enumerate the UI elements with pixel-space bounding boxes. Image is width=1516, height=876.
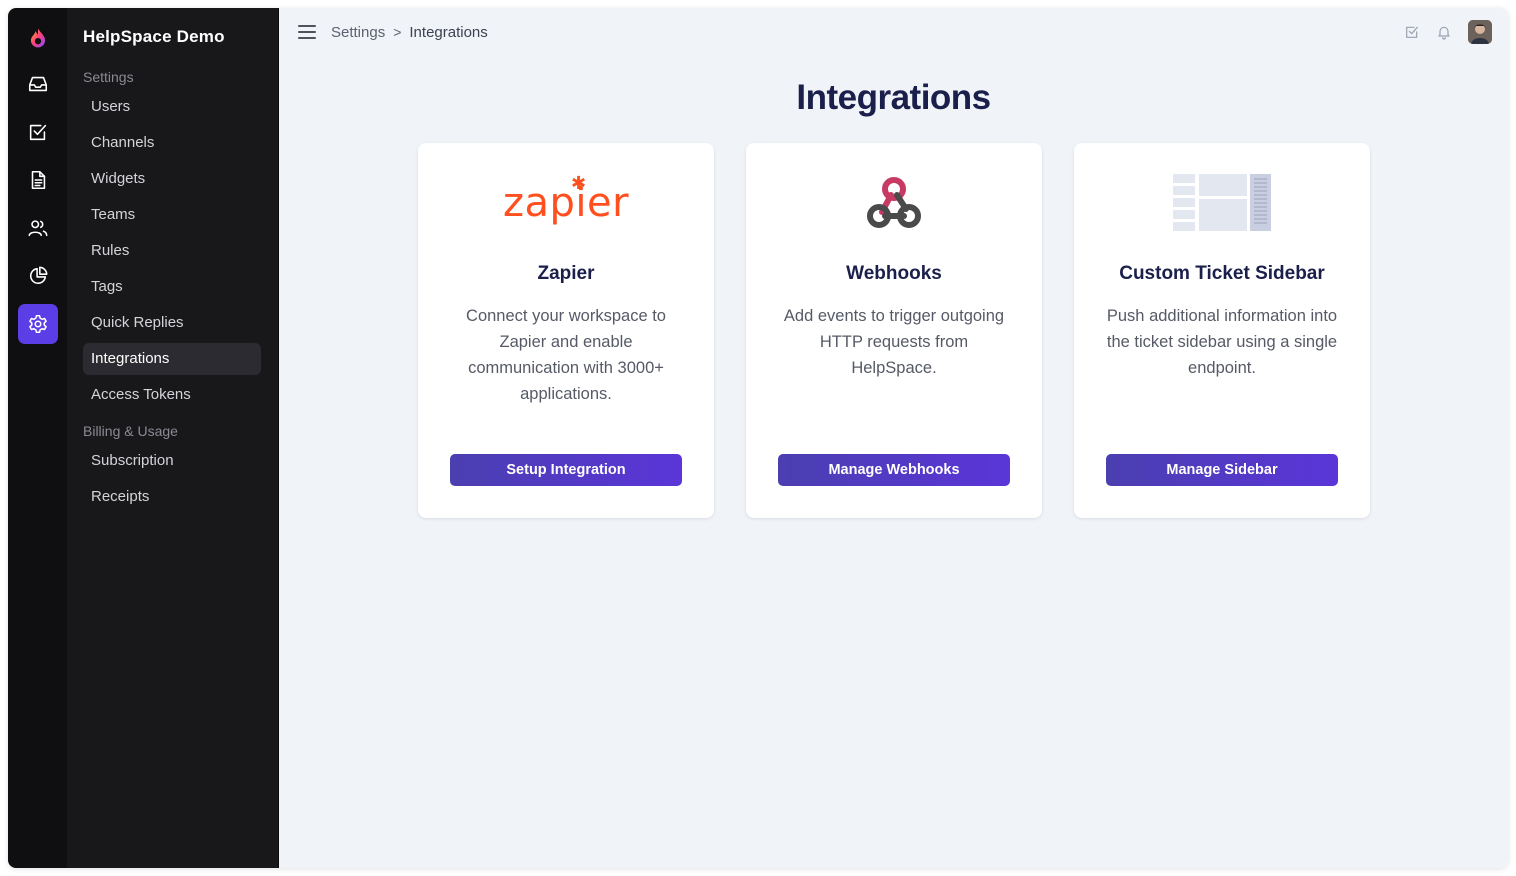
rail-customers-button[interactable] [18, 208, 58, 248]
card-description: Push additional information into the tic… [1106, 307, 1338, 377]
org-name[interactable]: HelpSpace Demo [83, 27, 261, 47]
sidebar-group-settings: Settings [83, 69, 134, 85]
top-bar: Settings > Integrations [279, 8, 1508, 56]
task-check-icon[interactable] [1404, 24, 1420, 40]
rail-tasks-button[interactable] [18, 112, 58, 152]
sidebar-layout-icon [1173, 174, 1271, 231]
card-description: Add events to trigger outgoing HTTP requ… [783, 307, 1005, 377]
page-title: Integrations [796, 78, 991, 117]
rail-reports-button[interactable] [18, 256, 58, 296]
document-icon [31, 170, 45, 190]
main-content: Settings > Integrations Integrations zap… [279, 8, 1508, 868]
pie-chart-icon [29, 266, 47, 285]
sidebar-item-channels[interactable]: Channels [83, 127, 261, 159]
integration-card-zapier: zapier ✱ Zapier Connect your workspace t… [418, 143, 714, 518]
manage-sidebar-button[interactable]: Manage Sidebar [1106, 454, 1338, 486]
bell-icon[interactable] [1436, 24, 1452, 40]
sidebar-item-subscription[interactable]: Subscription [83, 445, 261, 477]
card-description: Connect your workspace to Zapier and ena… [466, 307, 666, 403]
top-right-actions [1404, 20, 1492, 44]
inbox-icon [28, 76, 47, 92]
sidebar-item-users[interactable]: Users [83, 91, 261, 123]
webhook-icon [867, 177, 921, 228]
setup-integration-button[interactable]: Setup Integration [450, 454, 682, 486]
task-check-icon [29, 124, 46, 141]
helpspace-logo-icon[interactable] [18, 18, 58, 58]
gear-icon [28, 314, 47, 334]
sidebar-group-billing: Billing & Usage [83, 423, 178, 439]
sidebar-item-access-tokens[interactable]: Access Tokens [83, 379, 261, 411]
sidebar-item-teams[interactable]: Teams [83, 199, 261, 231]
breadcrumb: Settings > Integrations [331, 24, 488, 41]
users-icon [28, 220, 47, 237]
integration-card-webhooks: Webhooks Add events to trigger outgoing … [746, 143, 1042, 518]
icon-rail [8, 8, 67, 868]
rail-inbox-button[interactable] [18, 64, 58, 104]
breadcrumb-current: Integrations [409, 23, 488, 41]
zapier-logo-text: zapier [502, 180, 630, 226]
menu-toggle-icon[interactable] [298, 25, 316, 39]
sidebar-item-integrations[interactable]: Integrations [83, 343, 261, 375]
settings-sidebar: HelpSpace Demo Settings Users Channels W… [67, 8, 279, 868]
sidebar-item-rules[interactable]: Rules [83, 235, 261, 267]
sidebar-item-widgets[interactable]: Widgets [83, 163, 261, 195]
card-title: Webhooks [846, 263, 942, 284]
zapier-logo: zapier ✱ [418, 173, 714, 233]
app-window: HelpSpace Demo Settings Users Channels W… [8, 8, 1508, 868]
manage-webhooks-button[interactable]: Manage Webhooks [778, 454, 1010, 486]
sidebar-item-tags[interactable]: Tags [83, 271, 261, 303]
rail-settings-button[interactable] [17, 304, 58, 344]
rail-docs-button[interactable] [18, 160, 58, 200]
breadcrumb-settings-link[interactable]: Settings [331, 24, 385, 41]
sidebar-item-quick-replies[interactable]: Quick Replies [83, 307, 261, 339]
card-title: Zapier [537, 263, 595, 284]
integration-card-custom-sidebar: Custom Ticket Sidebar Push additional in… [1074, 143, 1370, 518]
integration-cards: zapier ✱ Zapier Connect your workspace t… [418, 143, 1370, 518]
zapier-asterisk-icon: ✱ [570, 173, 587, 194]
breadcrumb-separator: > [393, 24, 402, 40]
user-avatar[interactable] [1468, 20, 1492, 44]
sidebar-item-receipts[interactable]: Receipts [83, 481, 261, 513]
card-title: Custom Ticket Sidebar [1119, 263, 1325, 284]
